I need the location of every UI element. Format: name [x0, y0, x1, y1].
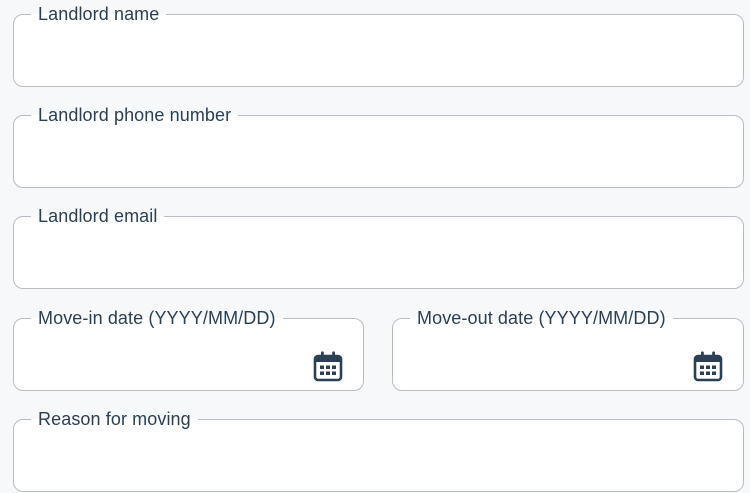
move-out-date-field: Move-out date (YYYY/MM/DD)	[392, 308, 744, 391]
landlord-phone-label: Landlord phone number	[38, 105, 232, 125]
calendar-icon[interactable]	[693, 350, 723, 382]
reason-for-moving-label: Reason for moving	[38, 409, 191, 429]
move-out-date-input[interactable]	[407, 346, 687, 380]
landlord-email-input[interactable]	[28, 244, 729, 278]
move-in-date-field: Move-in date (YYYY/MM/DD)	[13, 308, 364, 391]
landlord-email-label: Landlord email	[38, 206, 158, 226]
landlord-phone-input[interactable]	[28, 143, 729, 177]
landlord-form: Landlord name Landlord phone number Land…	[0, 0, 750, 493]
move-out-date-label: Move-out date (YYYY/MM/DD)	[417, 308, 666, 328]
reason-for-moving-input[interactable]	[28, 447, 729, 481]
move-in-date-label: Move-in date (YYYY/MM/DD)	[38, 308, 276, 328]
calendar-icon[interactable]	[313, 350, 343, 382]
landlord-phone-field: Landlord phone number	[13, 105, 744, 188]
landlord-name-label: Landlord name	[38, 4, 160, 24]
landlord-name-field: Landlord name	[13, 4, 744, 87]
landlord-email-field: Landlord email	[13, 206, 744, 289]
landlord-name-input[interactable]	[28, 42, 729, 76]
move-in-date-input[interactable]	[28, 346, 307, 380]
reason-for-moving-field: Reason for moving	[13, 409, 744, 492]
